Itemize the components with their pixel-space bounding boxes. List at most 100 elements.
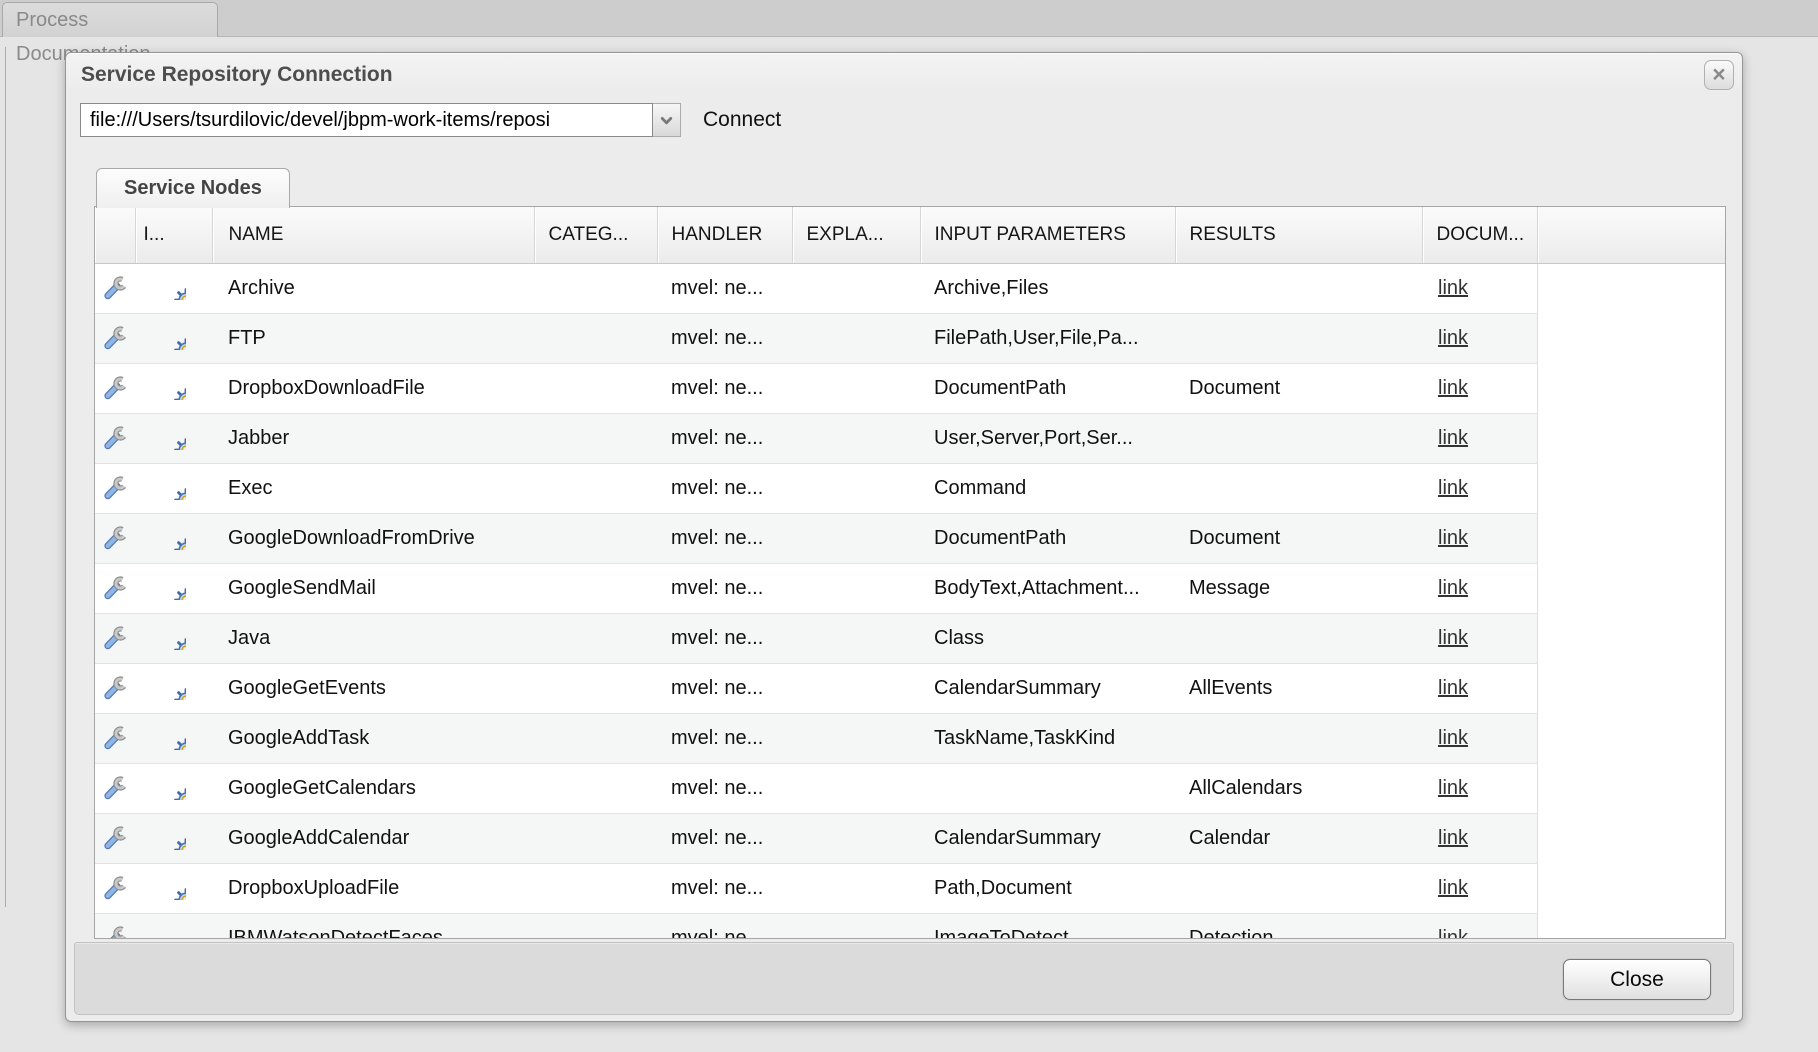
documentation-link[interactable]: link	[1438, 377, 1468, 399]
cell-results: Detection	[1175, 913, 1422, 939]
cell-documentation: link	[1422, 913, 1537, 939]
cell-documentation: link	[1422, 563, 1537, 613]
wrench-icon[interactable]	[103, 926, 127, 939]
documentation-link[interactable]: link	[1438, 627, 1468, 649]
table-row[interactable]: Archive mvel: ne... Archive,Files link	[95, 263, 1725, 313]
table-row[interactable]: Java mvel: ne... Class link	[95, 613, 1725, 663]
cell-results	[1175, 713, 1422, 763]
wrench-icon[interactable]	[103, 626, 127, 650]
documentation-link[interactable]: link	[1438, 677, 1468, 699]
tab-service-nodes[interactable]: Service Nodes	[96, 168, 290, 208]
cell-documentation: link	[1422, 813, 1537, 863]
cell-name: GoogleGetCalendars	[212, 763, 534, 813]
gear-icon	[162, 876, 186, 900]
cell-handler: mvel: ne...	[657, 413, 792, 463]
table-row[interactable]: GoogleGetEvents mvel: ne... CalendarSumm…	[95, 663, 1725, 713]
table-row[interactable]: GoogleAddTask mvel: ne... TaskName,TaskK…	[95, 713, 1725, 763]
repository-url-input[interactable]	[80, 103, 653, 137]
chevron-down-icon	[659, 113, 674, 128]
cell-handler: mvel: ne...	[657, 263, 792, 313]
cell-handler: mvel: ne...	[657, 663, 792, 713]
table-row[interactable]: GoogleAddCalendar mvel: ne... CalendarSu…	[95, 813, 1725, 863]
cell-name: GoogleSendMail	[212, 563, 534, 613]
cell-icon	[135, 913, 212, 939]
column-header-action	[95, 207, 135, 263]
table-row[interactable]: Exec mvel: ne... Command link	[95, 463, 1725, 513]
cell-handler: mvel: ne...	[657, 913, 792, 939]
column-header-documentation[interactable]: DOCUM...	[1422, 207, 1537, 263]
cell-icon	[135, 763, 212, 813]
column-header-name[interactable]: NAME	[212, 207, 534, 263]
dialog-close-button[interactable]: ×	[1704, 60, 1734, 90]
cell-icon	[135, 263, 212, 313]
table-row[interactable]: IBMWatsonDetectFaces mvel: ne... ImageTo…	[95, 913, 1725, 939]
column-header-results[interactable]: RESULTS	[1175, 207, 1422, 263]
column-header-input-parameters[interactable]: INPUT PARAMETERS	[920, 207, 1175, 263]
cell-category	[534, 713, 657, 763]
cell-handler: mvel: ne...	[657, 763, 792, 813]
column-header-filler	[1537, 207, 1725, 263]
cell-filler	[1537, 513, 1725, 563]
cell-filler	[1537, 863, 1725, 913]
documentation-link[interactable]: link	[1438, 827, 1468, 849]
documentation-link[interactable]: link	[1438, 727, 1468, 749]
wrench-icon[interactable]	[103, 726, 127, 750]
close-button[interactable]: Close	[1563, 959, 1711, 1000]
column-header-icon[interactable]: I...	[135, 207, 212, 263]
wrench-icon[interactable]	[103, 676, 127, 700]
table-row[interactable]: Jabber mvel: ne... User,Server,Port,Ser.…	[95, 413, 1725, 463]
tab-process-documentation[interactable]: Process Documentation	[2, 2, 218, 37]
cell-explanation	[792, 363, 920, 413]
column-header-category[interactable]: CATEG...	[534, 207, 657, 263]
table-row[interactable]: DropboxUploadFile mvel: ne... Path,Docum…	[95, 863, 1725, 913]
application-tab-bar: Process Documentation	[0, 0, 1818, 37]
wrench-icon[interactable]	[103, 576, 127, 600]
column-header-explanation[interactable]: EXPLA...	[792, 207, 920, 263]
cell-input-parameters: User,Server,Port,Ser...	[920, 413, 1175, 463]
table-row[interactable]: GoogleDownloadFromDrive mvel: ne... Docu…	[95, 513, 1725, 563]
documentation-link[interactable]: link	[1438, 327, 1468, 349]
documentation-link[interactable]: link	[1438, 777, 1468, 799]
cell-filler	[1537, 613, 1725, 663]
wrench-icon[interactable]	[103, 876, 127, 900]
wrench-icon[interactable]	[103, 776, 127, 800]
cell-results	[1175, 413, 1422, 463]
wrench-icon[interactable]	[103, 326, 127, 350]
documentation-link[interactable]: link	[1438, 927, 1468, 940]
column-header-handler[interactable]: HANDLER	[657, 207, 792, 263]
table-row[interactable]: GoogleGetCalendars mvel: ne... AllCalend…	[95, 763, 1725, 813]
repository-url-dropdown-button[interactable]	[653, 103, 681, 137]
wrench-icon[interactable]	[103, 426, 127, 450]
cell-icon	[135, 863, 212, 913]
documentation-link[interactable]: link	[1438, 427, 1468, 449]
table-row[interactable]: DropboxDownloadFile mvel: ne... Document…	[95, 363, 1725, 413]
cell-input-parameters: ImageToDetect	[920, 913, 1175, 939]
wrench-icon[interactable]	[103, 376, 127, 400]
connect-button[interactable]: Connect	[703, 108, 781, 132]
documentation-link[interactable]: link	[1438, 277, 1468, 299]
cell-filler	[1537, 763, 1725, 813]
table-row[interactable]: FTP mvel: ne... FilePath,User,File,Pa...…	[95, 313, 1725, 363]
cell-category	[534, 313, 657, 363]
cell-documentation: link	[1422, 663, 1537, 713]
gear-icon	[162, 376, 186, 400]
documentation-link[interactable]: link	[1438, 577, 1468, 599]
documentation-link[interactable]: link	[1438, 477, 1468, 499]
wrench-icon[interactable]	[103, 276, 127, 300]
wrench-icon[interactable]	[103, 526, 127, 550]
cell-input-parameters: TaskName,TaskKind	[920, 713, 1175, 763]
cell-explanation	[792, 263, 920, 313]
table-body: Archive mvel: ne... Archive,Files link F…	[95, 263, 1725, 939]
table-row[interactable]: GoogleSendMail mvel: ne... BodyText,Atta…	[95, 563, 1725, 613]
wrench-icon[interactable]	[103, 826, 127, 850]
cell-handler: mvel: ne...	[657, 513, 792, 563]
wrench-icon[interactable]	[103, 476, 127, 500]
cell-name: Java	[212, 613, 534, 663]
cell-name: GoogleGetEvents	[212, 663, 534, 713]
cell-explanation	[792, 463, 920, 513]
cell-results: AllCalendars	[1175, 763, 1422, 813]
cell-handler: mvel: ne...	[657, 813, 792, 863]
documentation-link[interactable]: link	[1438, 877, 1468, 899]
gear-icon	[162, 426, 186, 450]
documentation-link[interactable]: link	[1438, 527, 1468, 549]
